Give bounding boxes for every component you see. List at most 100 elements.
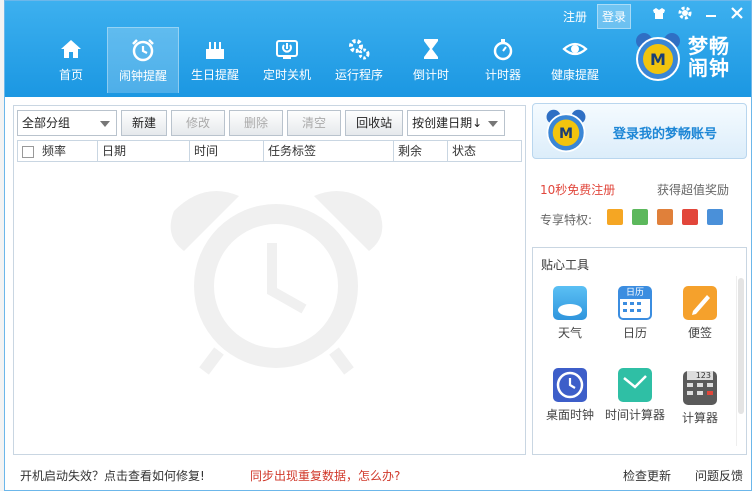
tool-calculator[interactable]: 123 计算器 xyxy=(665,368,735,426)
nav-birthday[interactable]: 生日提醒 xyxy=(179,31,251,93)
reward-text: 获得超值奖励 xyxy=(656,183,729,197)
column-remaining[interactable]: 剩余 xyxy=(394,141,448,161)
nav-label: 计时器 xyxy=(484,68,521,82)
select-all-checkbox[interactable] xyxy=(22,145,34,158)
calculator-icon: 123 xyxy=(683,371,717,405)
brand: M 梦畅闹钟 xyxy=(633,31,743,87)
edit-button[interactable]: 修改 xyxy=(171,110,226,136)
gear-icon xyxy=(349,39,370,60)
login-button[interactable]: 登录 xyxy=(596,4,631,29)
tool-notes[interactable]: 便签 xyxy=(665,286,735,341)
tools-title: 贴心工具 xyxy=(541,258,590,272)
home-icon xyxy=(61,40,81,58)
gift-icon[interactable] xyxy=(607,209,623,225)
nav-label: 健康提醒 xyxy=(550,68,599,82)
settings-icon[interactable] xyxy=(677,5,693,25)
account-links: 注册 登录 xyxy=(559,4,631,29)
tools-scrollbar[interactable] xyxy=(736,276,744,446)
minimize-icon[interactable] xyxy=(703,5,719,25)
close-icon[interactable] xyxy=(729,5,745,25)
present-icon[interactable] xyxy=(682,209,698,225)
time-calculator-icon xyxy=(618,368,652,402)
new-button[interactable]: 新建 xyxy=(121,110,168,136)
task-toolbar: 全部分组 新建 修改 删除 清空 回收站 按创建日期↓ xyxy=(17,110,506,136)
task-list-panel: 全部分组 新建 修改 删除 清空 回收站 按创建日期↓ 频率 日期 时间 任务标… xyxy=(13,105,526,455)
svg-text:M: M xyxy=(650,50,666,69)
column-label: 频率 xyxy=(42,144,67,158)
free-register-link[interactable]: 10秒免费注册 xyxy=(540,181,615,198)
chevron-down-icon xyxy=(488,121,499,127)
app-logo-icon: M xyxy=(546,109,586,153)
nav-health[interactable]: 健康提醒 xyxy=(539,31,611,93)
alarm-clock-icon xyxy=(132,39,154,62)
skin-icon[interactable] xyxy=(651,5,667,25)
group-select[interactable]: 全部分组 xyxy=(17,110,117,136)
nav-label: 闹钟提醒 xyxy=(118,69,167,83)
tool-desktop-clock[interactable]: 桌面时钟 xyxy=(535,368,605,423)
power-icon xyxy=(276,40,298,59)
nav-timer[interactable]: 计时器 xyxy=(467,31,539,93)
nav-label: 倒计时 xyxy=(412,68,449,82)
clear-button[interactable]: 清空 xyxy=(287,110,342,136)
feedback-link[interactable]: 问题反馈 xyxy=(695,467,743,484)
tool-label: 便签 xyxy=(687,326,712,340)
sort-select-value: 按创建日期↓ xyxy=(412,116,483,130)
group-select-value: 全部分组 xyxy=(22,116,71,130)
tool-label: 时间计算器 xyxy=(604,408,665,422)
scrollbar-thumb[interactable] xyxy=(738,278,744,414)
tool-label: 日历 xyxy=(622,326,647,340)
account-login-button[interactable]: M 登录我的梦畅账号 xyxy=(532,103,747,159)
check-update-link[interactable]: 检查更新 xyxy=(623,467,671,484)
note-icon xyxy=(683,286,717,320)
nav-label: 运行程序 xyxy=(334,68,383,82)
eye-icon xyxy=(562,42,588,56)
nav-run-program[interactable]: 运行程序 xyxy=(323,31,395,93)
calculator-icon-text: 123 xyxy=(687,371,713,380)
side-panel: M 登录我的梦畅账号 10秒免费注册 获得超值奖励 专享特权: 贴心工具 天气 … xyxy=(532,103,747,455)
birthday-cake-icon xyxy=(206,42,224,59)
calendar-icon-text: 日历 xyxy=(620,288,650,299)
desktop-clock-icon xyxy=(553,368,587,402)
app-window: 注册 登录 首页 闹钟提醒 生日提醒 定时关机 运行程序 倒计时 计时器 健康提… xyxy=(4,0,752,491)
boot-fail-link[interactable]: 开机启动失效？点击查看如何修复! xyxy=(20,467,205,484)
column-task-label[interactable]: 任务标签 xyxy=(264,141,394,161)
sync-duplicate-link[interactable]: 同步出现重复数据，怎么办? xyxy=(250,467,400,484)
nav-label: 首页 xyxy=(58,68,83,82)
window-controls xyxy=(651,5,745,25)
calendar-icon: 日历 xyxy=(618,286,652,320)
nav-label: 定时关机 xyxy=(262,68,311,82)
status-bar: 开机启动失效？点击查看如何修复! 同步出现重复数据，怎么办? 检查更新 问题反馈 xyxy=(5,459,751,490)
hourglass-icon xyxy=(424,39,438,59)
column-frequency[interactable]: 频率 xyxy=(18,141,98,161)
tool-time-calculator[interactable]: 时间计算器 xyxy=(600,368,670,423)
column-status[interactable]: 状态 xyxy=(448,141,503,161)
leaf-icon[interactable] xyxy=(632,209,648,225)
cloud-icon[interactable] xyxy=(707,209,723,225)
card-icon[interactable] xyxy=(657,209,673,225)
nav-home[interactable]: 首页 xyxy=(35,31,107,93)
empty-alarm-watermark-icon xyxy=(170,191,383,375)
app-logo-icon: M xyxy=(636,33,680,81)
main-nav: 首页 闹钟提醒 生日提醒 定时关机 运行程序 倒计时 计时器 健康提醒 xyxy=(35,27,611,97)
recycle-bin-button[interactable]: 回收站 xyxy=(345,110,404,136)
privileges-label: 专享特权: xyxy=(540,213,593,227)
nav-countdown[interactable]: 倒计时 xyxy=(395,31,467,93)
header-bar: 注册 登录 首页 闹钟提醒 生日提醒 定时关机 运行程序 倒计时 计时器 健康提… xyxy=(5,1,751,97)
tool-weather[interactable]: 天气 xyxy=(535,286,605,341)
nav-alarm[interactable]: 闹钟提醒 xyxy=(107,27,179,93)
tools-panel: 贴心工具 天气 日历 日历 便签 桌面时钟 时间计算器 123 计算器 xyxy=(532,247,747,455)
delete-button[interactable]: 删除 xyxy=(229,110,284,136)
tool-calendar[interactable]: 日历 日历 xyxy=(600,286,670,341)
tool-label: 桌面时钟 xyxy=(545,408,594,422)
account-login-label: 登录我的梦畅账号 xyxy=(613,127,718,142)
column-date[interactable]: 日期 xyxy=(98,141,190,161)
nav-shutdown[interactable]: 定时关机 xyxy=(251,31,323,93)
column-time[interactable]: 时间 xyxy=(190,141,264,161)
weather-icon xyxy=(553,286,587,320)
brand-name: 梦畅闹钟 xyxy=(688,34,730,80)
sort-select[interactable]: 按创建日期↓ xyxy=(407,110,506,136)
chevron-down-icon xyxy=(100,121,110,127)
svg-text:M: M xyxy=(559,126,573,142)
tool-label: 计算器 xyxy=(681,411,718,425)
register-link[interactable]: 注册 xyxy=(559,5,591,28)
